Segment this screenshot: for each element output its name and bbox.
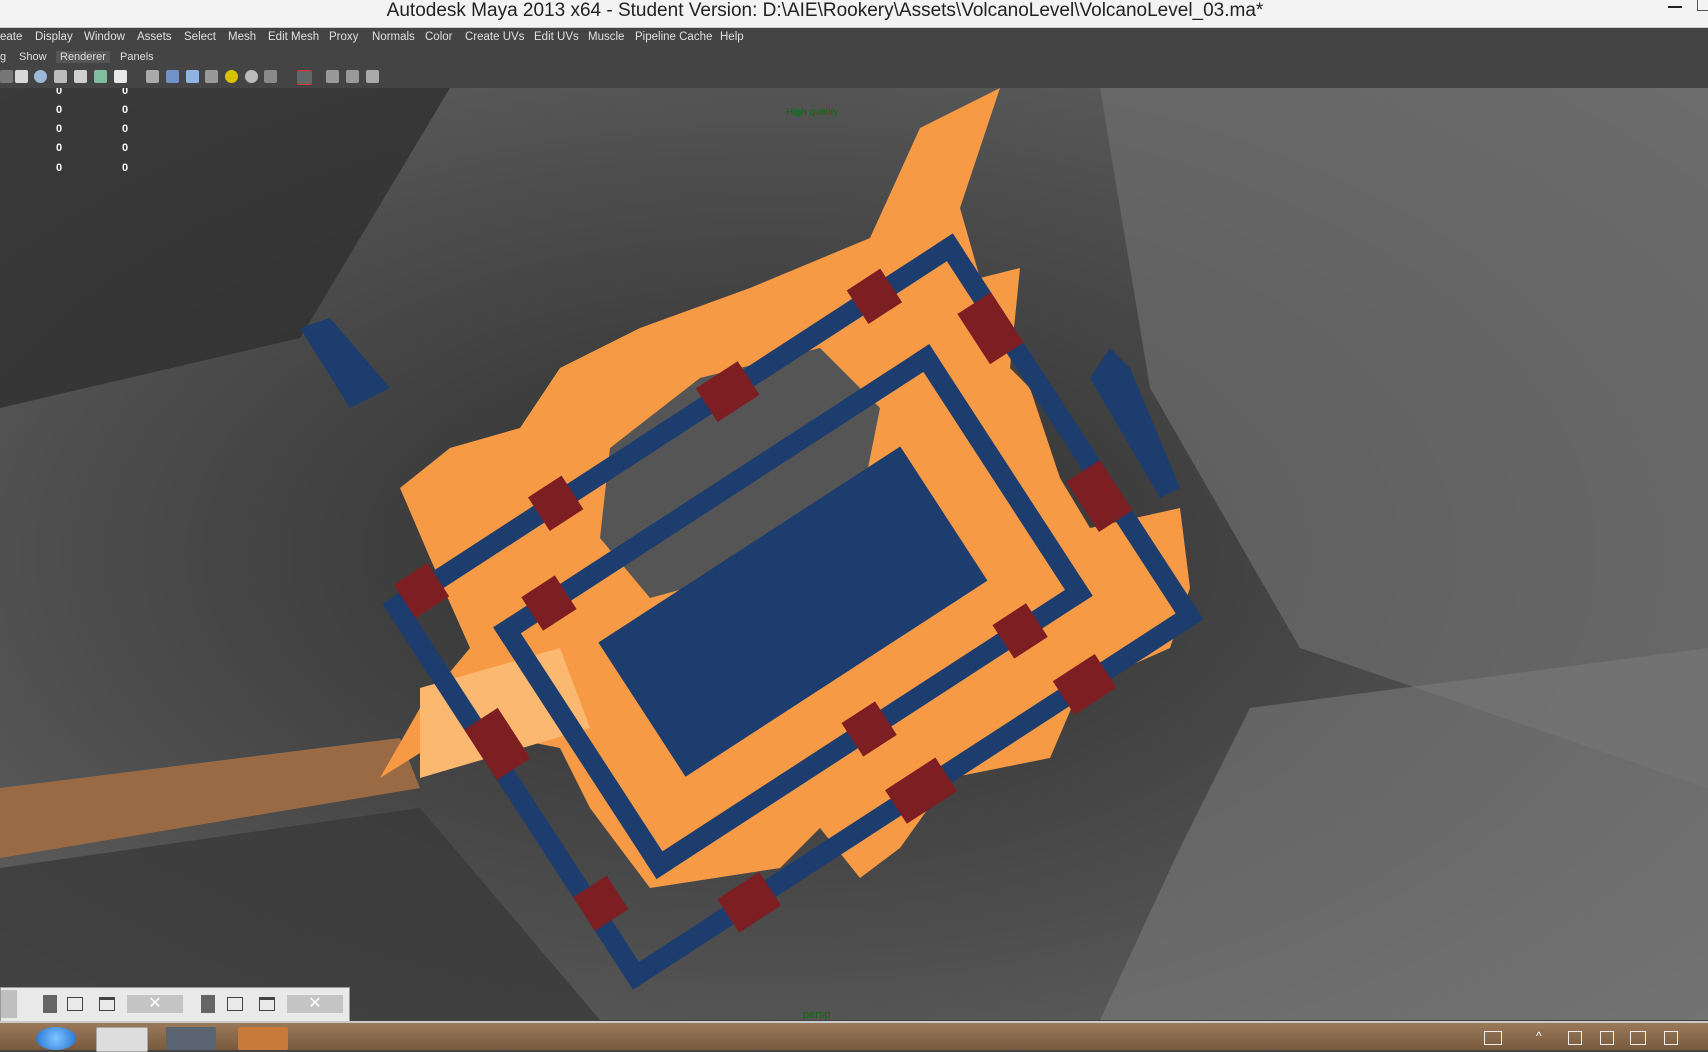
panel-menu-renderer[interactable]: Renderer bbox=[56, 51, 110, 63]
title-bar: Autodesk Maya 2013 x64 - Student Version… bbox=[0, 0, 1708, 28]
battery-icon[interactable] bbox=[1630, 1031, 1646, 1045]
graph-icon[interactable] bbox=[366, 70, 379, 83]
flag-icon[interactable] bbox=[1568, 1031, 1582, 1045]
frame-icon[interactable] bbox=[346, 70, 359, 83]
hud-stat-value: 0 bbox=[122, 123, 129, 135]
camera-name-label: persp bbox=[803, 1009, 831, 1020]
maya-icon[interactable] bbox=[96, 1027, 148, 1052]
panel-menu-bar: g Show Renderer Panels bbox=[0, 48, 1708, 67]
hud-stat-value: 0 bbox=[122, 142, 129, 154]
maximize-button[interactable] bbox=[1697, 0, 1708, 11]
isolate-icon[interactable] bbox=[326, 70, 339, 83]
network-icon[interactable] bbox=[1600, 1031, 1614, 1045]
select-camera-icon[interactable] bbox=[297, 70, 312, 85]
menu-mesh[interactable]: Mesh bbox=[228, 31, 256, 43]
minimized-panels: ✕ ✕ bbox=[0, 987, 350, 1023]
menu-edit-uvs[interactable]: Edit UVs bbox=[534, 31, 579, 43]
menu-pipeline-cache[interactable]: Pipeline Cache bbox=[635, 31, 712, 43]
scene-render bbox=[0, 88, 1708, 1020]
cube-solid-icon[interactable] bbox=[166, 70, 179, 83]
menu-assets[interactable]: Assets bbox=[137, 31, 172, 43]
restore-icon[interactable] bbox=[67, 997, 83, 1011]
panel-handle[interactable] bbox=[1, 990, 17, 1018]
menu-create[interactable]: eate bbox=[0, 31, 22, 43]
close-icon[interactable]: ✕ bbox=[287, 995, 343, 1013]
texture-icon[interactable] bbox=[94, 70, 107, 83]
maximize-icon[interactable] bbox=[99, 997, 115, 1011]
mudbox-icon[interactable] bbox=[166, 1027, 216, 1050]
hud-stat-value: 0 bbox=[56, 142, 63, 154]
cube-textured-icon[interactable] bbox=[186, 70, 199, 83]
viewport-toolbar bbox=[0, 67, 1708, 87]
hud-stat-value: 0 bbox=[122, 162, 129, 174]
close-icon[interactable]: ✕ bbox=[127, 995, 183, 1013]
xray-icon[interactable] bbox=[74, 70, 87, 83]
hud-stat-value: 0 bbox=[122, 104, 129, 116]
wireframe-icon[interactable] bbox=[0, 70, 13, 83]
menu-muscle[interactable]: Muscle bbox=[588, 31, 624, 43]
menu-window[interactable]: Window bbox=[84, 31, 125, 43]
grid-icon[interactable] bbox=[15, 70, 28, 83]
menu-display[interactable]: Display bbox=[35, 31, 73, 43]
3d-viewport[interactable]: 0 0 0 0 0 0 0 0 0 0 High quality persp bbox=[0, 88, 1708, 1020]
menu-proxy[interactable]: Proxy bbox=[329, 31, 358, 43]
hud-stat-value: 0 bbox=[122, 88, 129, 97]
menu-color[interactable]: Color bbox=[425, 31, 452, 43]
hud-stat-value: 0 bbox=[56, 162, 63, 174]
menu-help[interactable]: Help bbox=[720, 31, 744, 43]
hud-stat-value: 0 bbox=[56, 104, 63, 116]
main-menu-bar: eate Display Window Assets Select Mesh E… bbox=[0, 28, 1708, 48]
chevron-up-icon[interactable]: ^ bbox=[1536, 1029, 1552, 1043]
volume-icon[interactable] bbox=[1664, 1031, 1678, 1045]
menu-normals[interactable]: Normals bbox=[372, 31, 415, 43]
checker-icon[interactable] bbox=[205, 70, 218, 83]
quality-indicator: High quality bbox=[786, 107, 839, 118]
keyboard-icon[interactable] bbox=[1484, 1031, 1502, 1045]
window-title: Autodesk Maya 2013 x64 - Student Version… bbox=[386, 0, 1264, 21]
panel-menu-lighting[interactable]: g bbox=[0, 51, 6, 63]
text-icon[interactable] bbox=[114, 70, 127, 83]
cube-wire-icon[interactable] bbox=[146, 70, 159, 83]
panel-icon[interactable] bbox=[201, 995, 215, 1013]
restore-icon[interactable] bbox=[227, 997, 243, 1011]
menu-edit-mesh[interactable]: Edit Mesh bbox=[268, 31, 319, 43]
windows-taskbar: ^ bbox=[0, 1021, 1708, 1052]
panel-menu-panels[interactable]: Panels bbox=[120, 51, 154, 63]
maximize-icon[interactable] bbox=[259, 997, 275, 1011]
panel-icon[interactable] bbox=[43, 995, 57, 1013]
shadow-icon[interactable] bbox=[264, 70, 277, 83]
smooth-shade-icon[interactable] bbox=[34, 70, 47, 83]
menu-select[interactable]: Select bbox=[184, 31, 216, 43]
menu-create-uvs[interactable]: Create UVs bbox=[465, 31, 524, 43]
sphere-icon[interactable] bbox=[245, 70, 258, 83]
media-player-icon[interactable] bbox=[238, 1027, 288, 1050]
minimize-button[interactable] bbox=[1668, 6, 1682, 8]
panel-menu-show[interactable]: Show bbox=[19, 51, 47, 63]
hud-stat-value: 0 bbox=[56, 88, 63, 97]
hud-stat-value: 0 bbox=[56, 123, 63, 135]
light-icon[interactable] bbox=[225, 70, 238, 83]
flat-shade-icon[interactable] bbox=[54, 70, 67, 83]
internet-explorer-icon[interactable] bbox=[36, 1027, 76, 1050]
